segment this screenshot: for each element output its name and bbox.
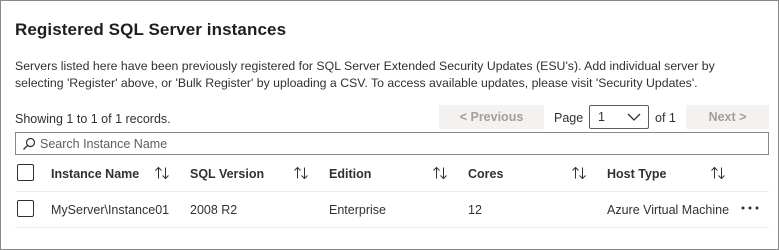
registered-instances-panel: Registered SQL Server instances Servers … bbox=[0, 0, 779, 250]
page-label: Page bbox=[554, 111, 584, 125]
sort-icon[interactable] bbox=[293, 166, 309, 180]
records-count-text: Showing 1 to 1 of 1 records. bbox=[15, 112, 171, 126]
previous-page-button[interactable]: < Previous bbox=[439, 105, 544, 129]
row-more-options-button[interactable] bbox=[739, 200, 761, 216]
column-header-instance-name[interactable]: Instance Name bbox=[51, 156, 139, 191]
sort-icon[interactable] bbox=[571, 166, 587, 180]
column-header-sql-version[interactable]: SQL Version bbox=[190, 156, 264, 191]
next-page-button[interactable]: Next > bbox=[686, 105, 769, 129]
cell-edition: Enterprise bbox=[329, 202, 386, 217]
page-number-value: 1 bbox=[598, 110, 605, 124]
column-header-edition[interactable]: Edition bbox=[329, 156, 371, 191]
select-all-checkbox[interactable] bbox=[17, 164, 34, 181]
cell-cores: 12 bbox=[468, 202, 482, 217]
column-header-cores[interactable]: Cores bbox=[468, 156, 503, 191]
page-number-dropdown[interactable]: 1 bbox=[589, 105, 649, 129]
search-box[interactable] bbox=[15, 132, 769, 155]
table-row[interactable]: MyServer\Instance01 2008 R2 Enterprise 1… bbox=[15, 192, 769, 228]
search-input[interactable] bbox=[40, 134, 760, 153]
chevron-down-icon bbox=[627, 113, 641, 121]
sort-icon[interactable] bbox=[710, 166, 726, 180]
sort-icon[interactable] bbox=[432, 166, 448, 180]
cell-sql-version: 2008 R2 bbox=[190, 202, 238, 217]
sort-icon[interactable] bbox=[154, 166, 170, 180]
search-icon bbox=[23, 137, 36, 150]
row-select-checkbox[interactable] bbox=[17, 200, 34, 217]
cell-instance-name: MyServer\Instance01 bbox=[51, 202, 170, 217]
panel-description: Servers listed here have been previously… bbox=[15, 59, 715, 90]
cell-host-type: Azure Virtual Machine bbox=[607, 202, 730, 217]
panel-title: Registered SQL Server instances bbox=[15, 20, 287, 39]
column-header-host-type[interactable]: Host Type bbox=[607, 156, 667, 191]
table-header-row: Instance Name SQL Version Edition Cores … bbox=[15, 156, 769, 192]
page-total-label: of 1 bbox=[655, 111, 676, 125]
more-options-icon bbox=[741, 206, 759, 210]
